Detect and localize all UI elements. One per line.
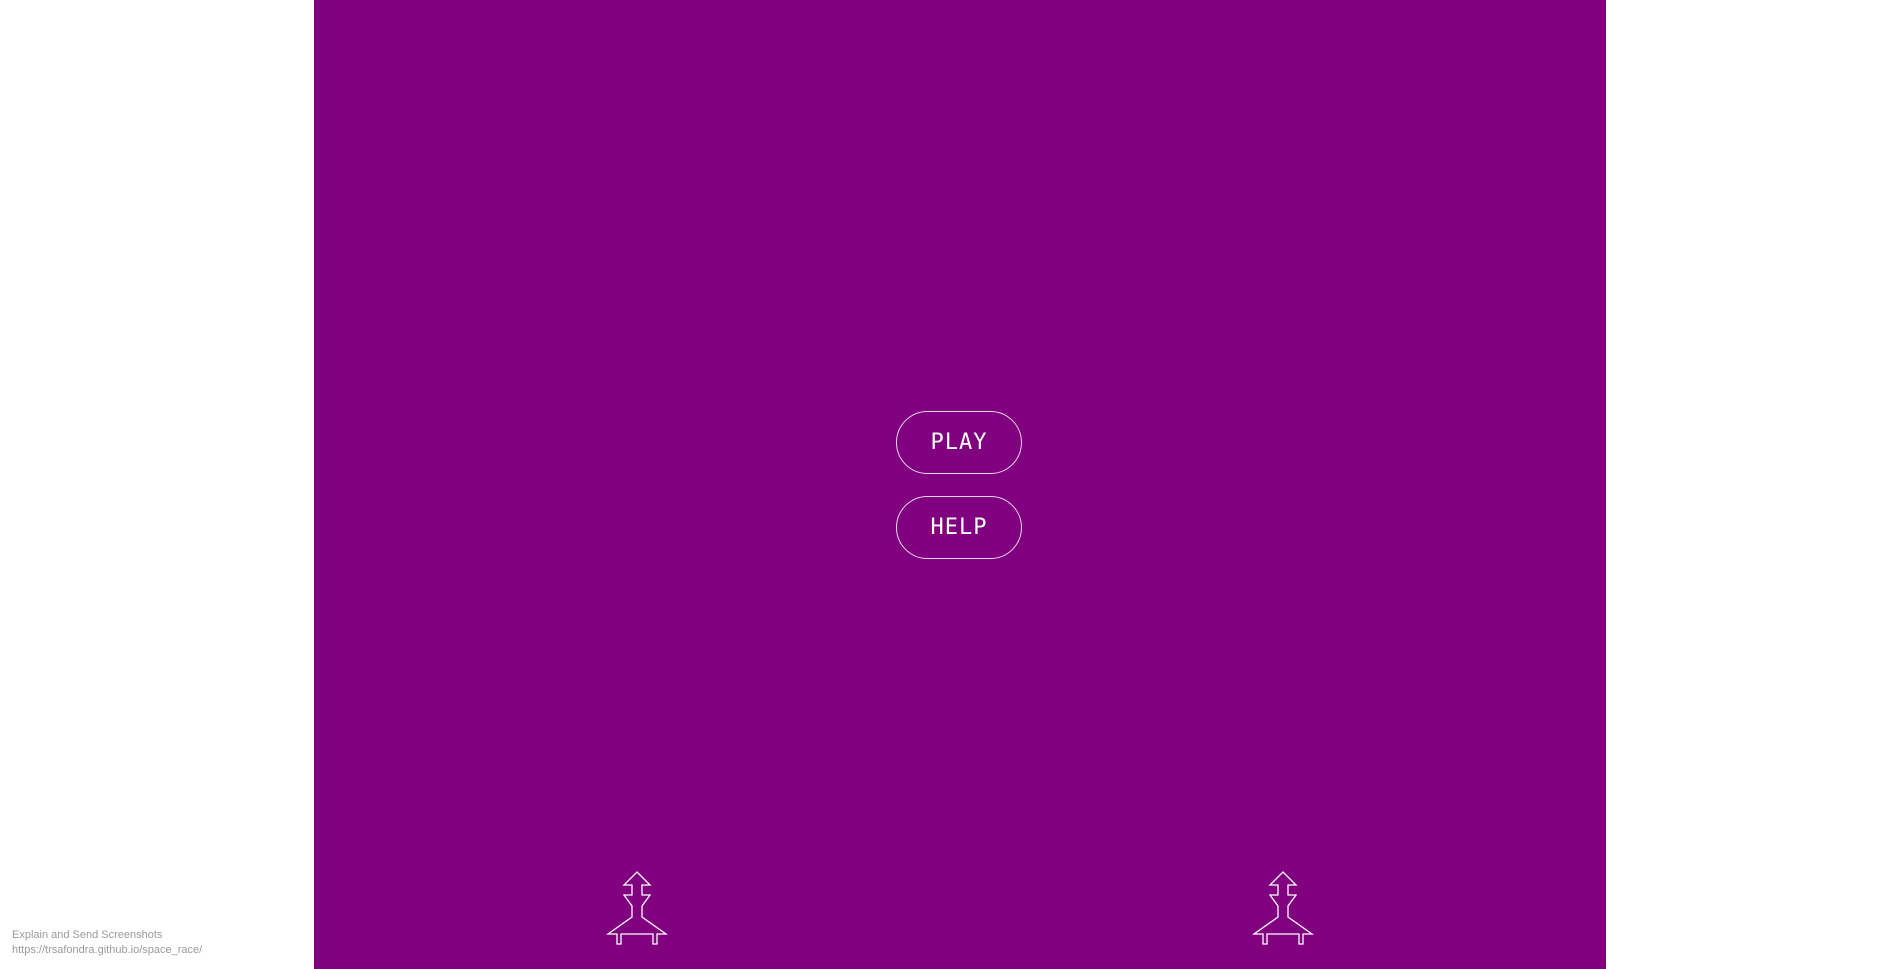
- footer-url[interactable]: https://trsafondra.github.io/space_race/: [12, 943, 202, 958]
- help-button[interactable]: HELP: [896, 496, 1022, 559]
- screenshot-extension-info: Explain and Send Screenshots https://trs…: [12, 928, 202, 958]
- player-two-rocket: [1252, 871, 1314, 945]
- rocket-icon: [1252, 871, 1314, 945]
- game-canvas[interactable]: PLAY HELP: [314, 0, 1606, 969]
- rocket-icon: [606, 871, 668, 945]
- page: PLAY HELP Explain and Send Screenshots h…: [0, 0, 1898, 969]
- footer-title: Explain and Send Screenshots: [12, 929, 163, 941]
- play-button[interactable]: PLAY: [896, 411, 1022, 474]
- player-one-rocket: [606, 871, 668, 945]
